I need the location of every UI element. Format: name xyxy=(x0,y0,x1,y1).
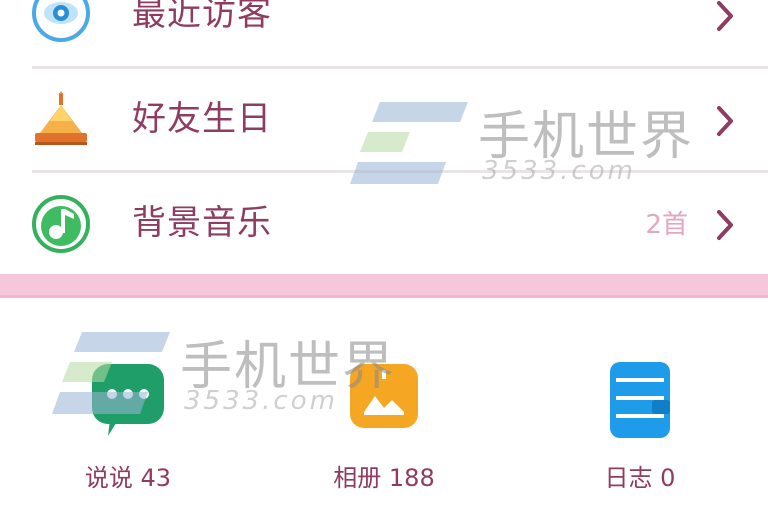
recent-visitors-label: 最近访客 xyxy=(132,0,272,34)
birthday-cake-icon xyxy=(32,91,90,149)
diary-icon xyxy=(608,360,672,444)
chat-bubble-icon xyxy=(88,360,168,444)
feature-grid: 说说 43 相册 188 日志 0 xyxy=(0,298,768,510)
shuoshuo-label: 说说 43 xyxy=(84,464,172,492)
eye-icon xyxy=(32,0,90,42)
diary-tile[interactable]: 日志 0 xyxy=(512,298,768,510)
music-note-icon xyxy=(32,195,90,253)
section-separator xyxy=(0,274,768,298)
friend-birthdays-row[interactable]: 好友生日 xyxy=(0,69,768,172)
album-tile[interactable]: 相册 188 xyxy=(256,298,512,510)
recent-visitors-row[interactable]: 最近访客 xyxy=(0,0,768,67)
chevron-right-icon xyxy=(717,1,733,31)
diary-label: 日志 0 xyxy=(604,464,676,492)
song-count: 2首 xyxy=(645,210,688,240)
chevron-right-icon xyxy=(717,210,733,240)
album-label: 相册 188 xyxy=(333,464,435,492)
friend-birthdays-label: 好友生日 xyxy=(132,99,272,139)
photo-album-icon xyxy=(348,360,420,436)
background-music-label: 背景音乐 xyxy=(132,203,272,243)
shuoshuo-tile[interactable]: 说说 43 xyxy=(0,298,256,510)
chevron-right-icon xyxy=(717,106,733,136)
background-music-row[interactable]: 背景音乐 2首 xyxy=(0,173,768,276)
